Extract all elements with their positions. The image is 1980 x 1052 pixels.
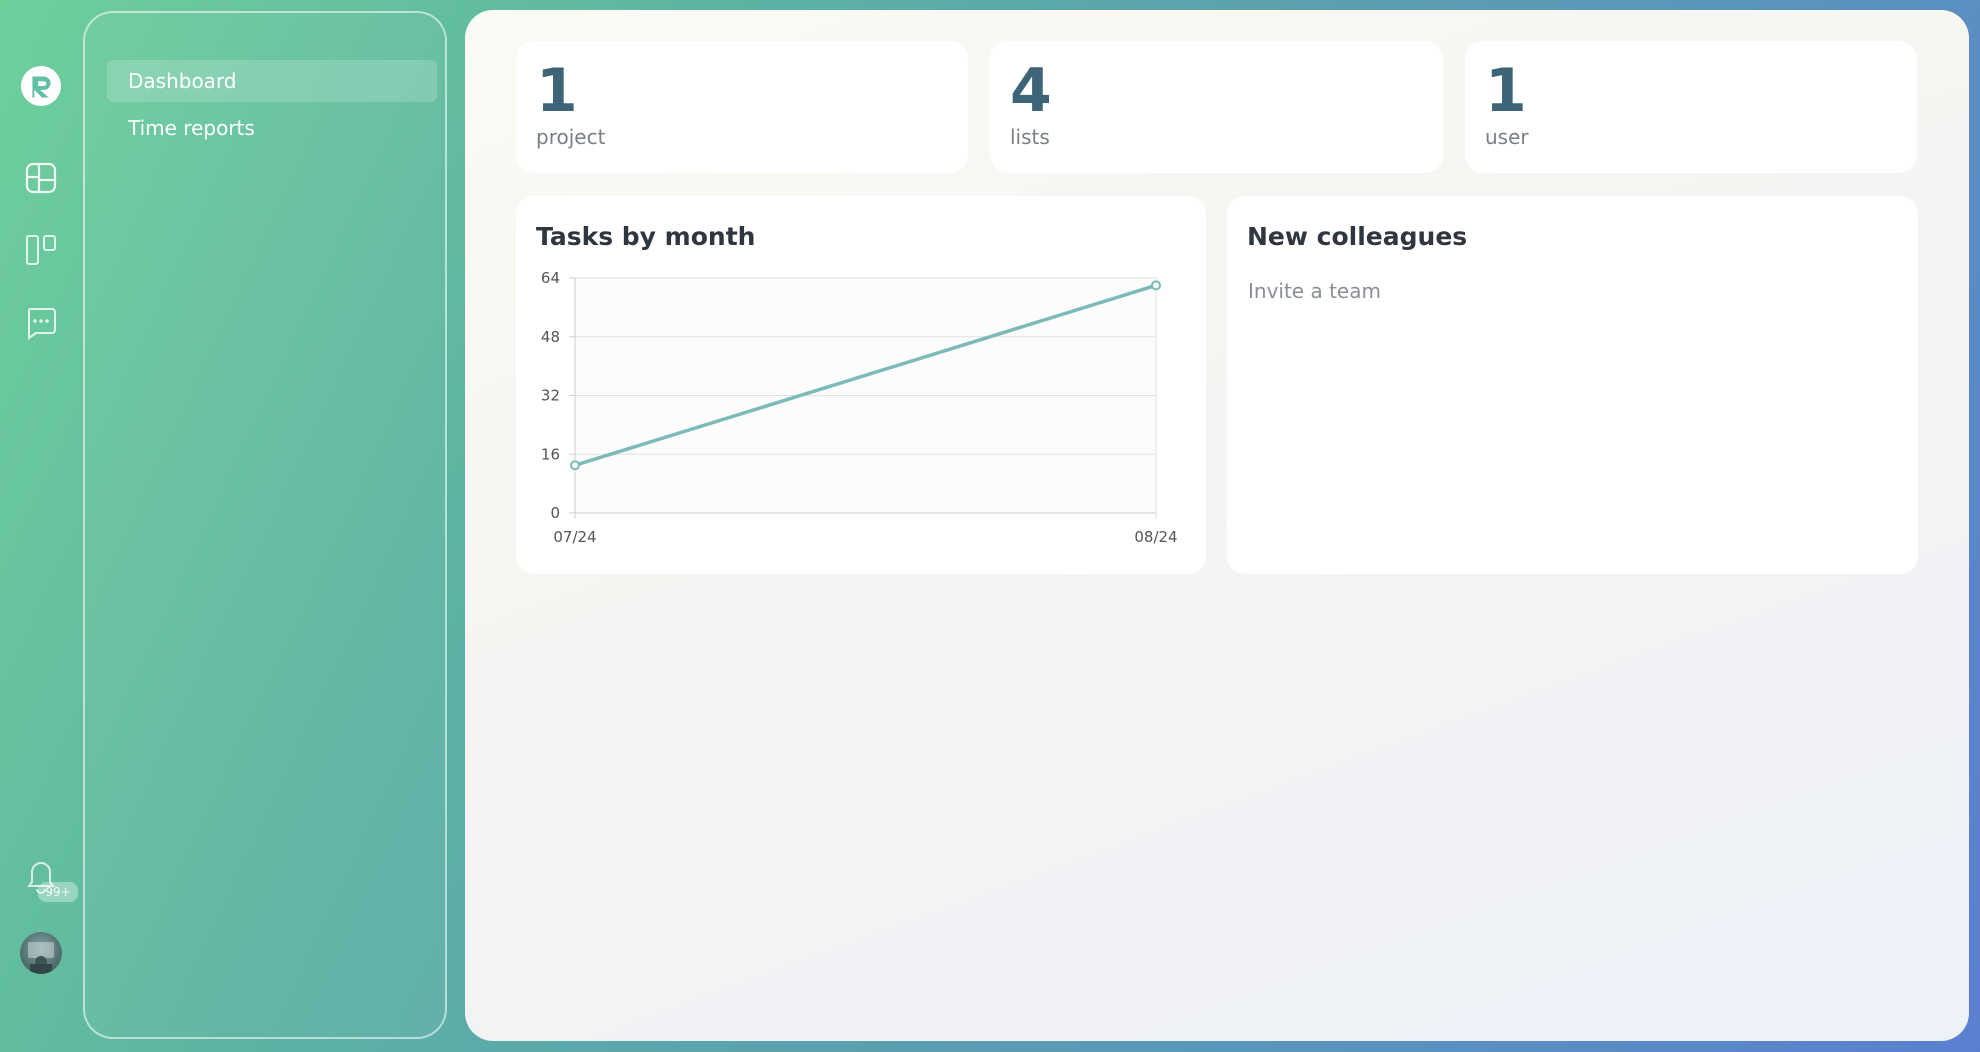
y-tick-label: 0 bbox=[550, 504, 560, 522]
stat-label: project bbox=[536, 125, 606, 149]
stat-card-projects: 1 project bbox=[516, 41, 968, 173]
stat-card-lists: 4 lists bbox=[990, 41, 1443, 173]
stat-value: 4 bbox=[1010, 56, 1052, 126]
stat-label: lists bbox=[1010, 125, 1050, 149]
icon-rail: 99+ bbox=[0, 0, 82, 1052]
new-colleagues-card: New colleagues Invite a team bbox=[1227, 196, 1918, 574]
avatar[interactable] bbox=[20, 932, 62, 974]
data-point bbox=[1151, 280, 1161, 291]
tasks-line-chart: 0 16 32 48 64 07/24 08/24 bbox=[541, 269, 1178, 546]
stat-card-users: 1 user bbox=[1465, 41, 1917, 173]
x-tick-label: 07/24 bbox=[553, 528, 596, 546]
y-tick-label: 64 bbox=[541, 269, 560, 287]
dashboard-icon[interactable] bbox=[20, 157, 62, 199]
stat-label: user bbox=[1485, 125, 1529, 149]
stat-value: 1 bbox=[1485, 56, 1527, 126]
stat-value: 1 bbox=[536, 56, 578, 126]
sidebar-item-time-reports[interactable]: Time reports bbox=[107, 107, 437, 149]
y-tick-label: 48 bbox=[541, 328, 560, 346]
tasks-chart-card: Tasks by month 0 16 32 48 64 07/24 08/24 bbox=[516, 196, 1206, 574]
data-point bbox=[570, 460, 580, 471]
y-tick-label: 32 bbox=[541, 387, 560, 405]
sidebar-item-dashboard[interactable]: Dashboard bbox=[107, 60, 437, 102]
colleagues-title: New colleagues bbox=[1247, 222, 1468, 251]
y-tick-label: 16 bbox=[541, 445, 560, 463]
chat-icon[interactable] bbox=[20, 302, 62, 344]
sidebar: Dashboard Time reports bbox=[83, 11, 447, 1039]
x-tick-label: 08/24 bbox=[1134, 528, 1177, 546]
notification-badge: 99+ bbox=[38, 882, 78, 902]
invite-team-link[interactable]: Invite a team bbox=[1248, 279, 1381, 303]
logo-icon[interactable] bbox=[20, 65, 62, 107]
board-icon[interactable] bbox=[20, 229, 62, 271]
main-panel: 1 project 4 lists 1 user Tasks by month … bbox=[465, 10, 1969, 1041]
